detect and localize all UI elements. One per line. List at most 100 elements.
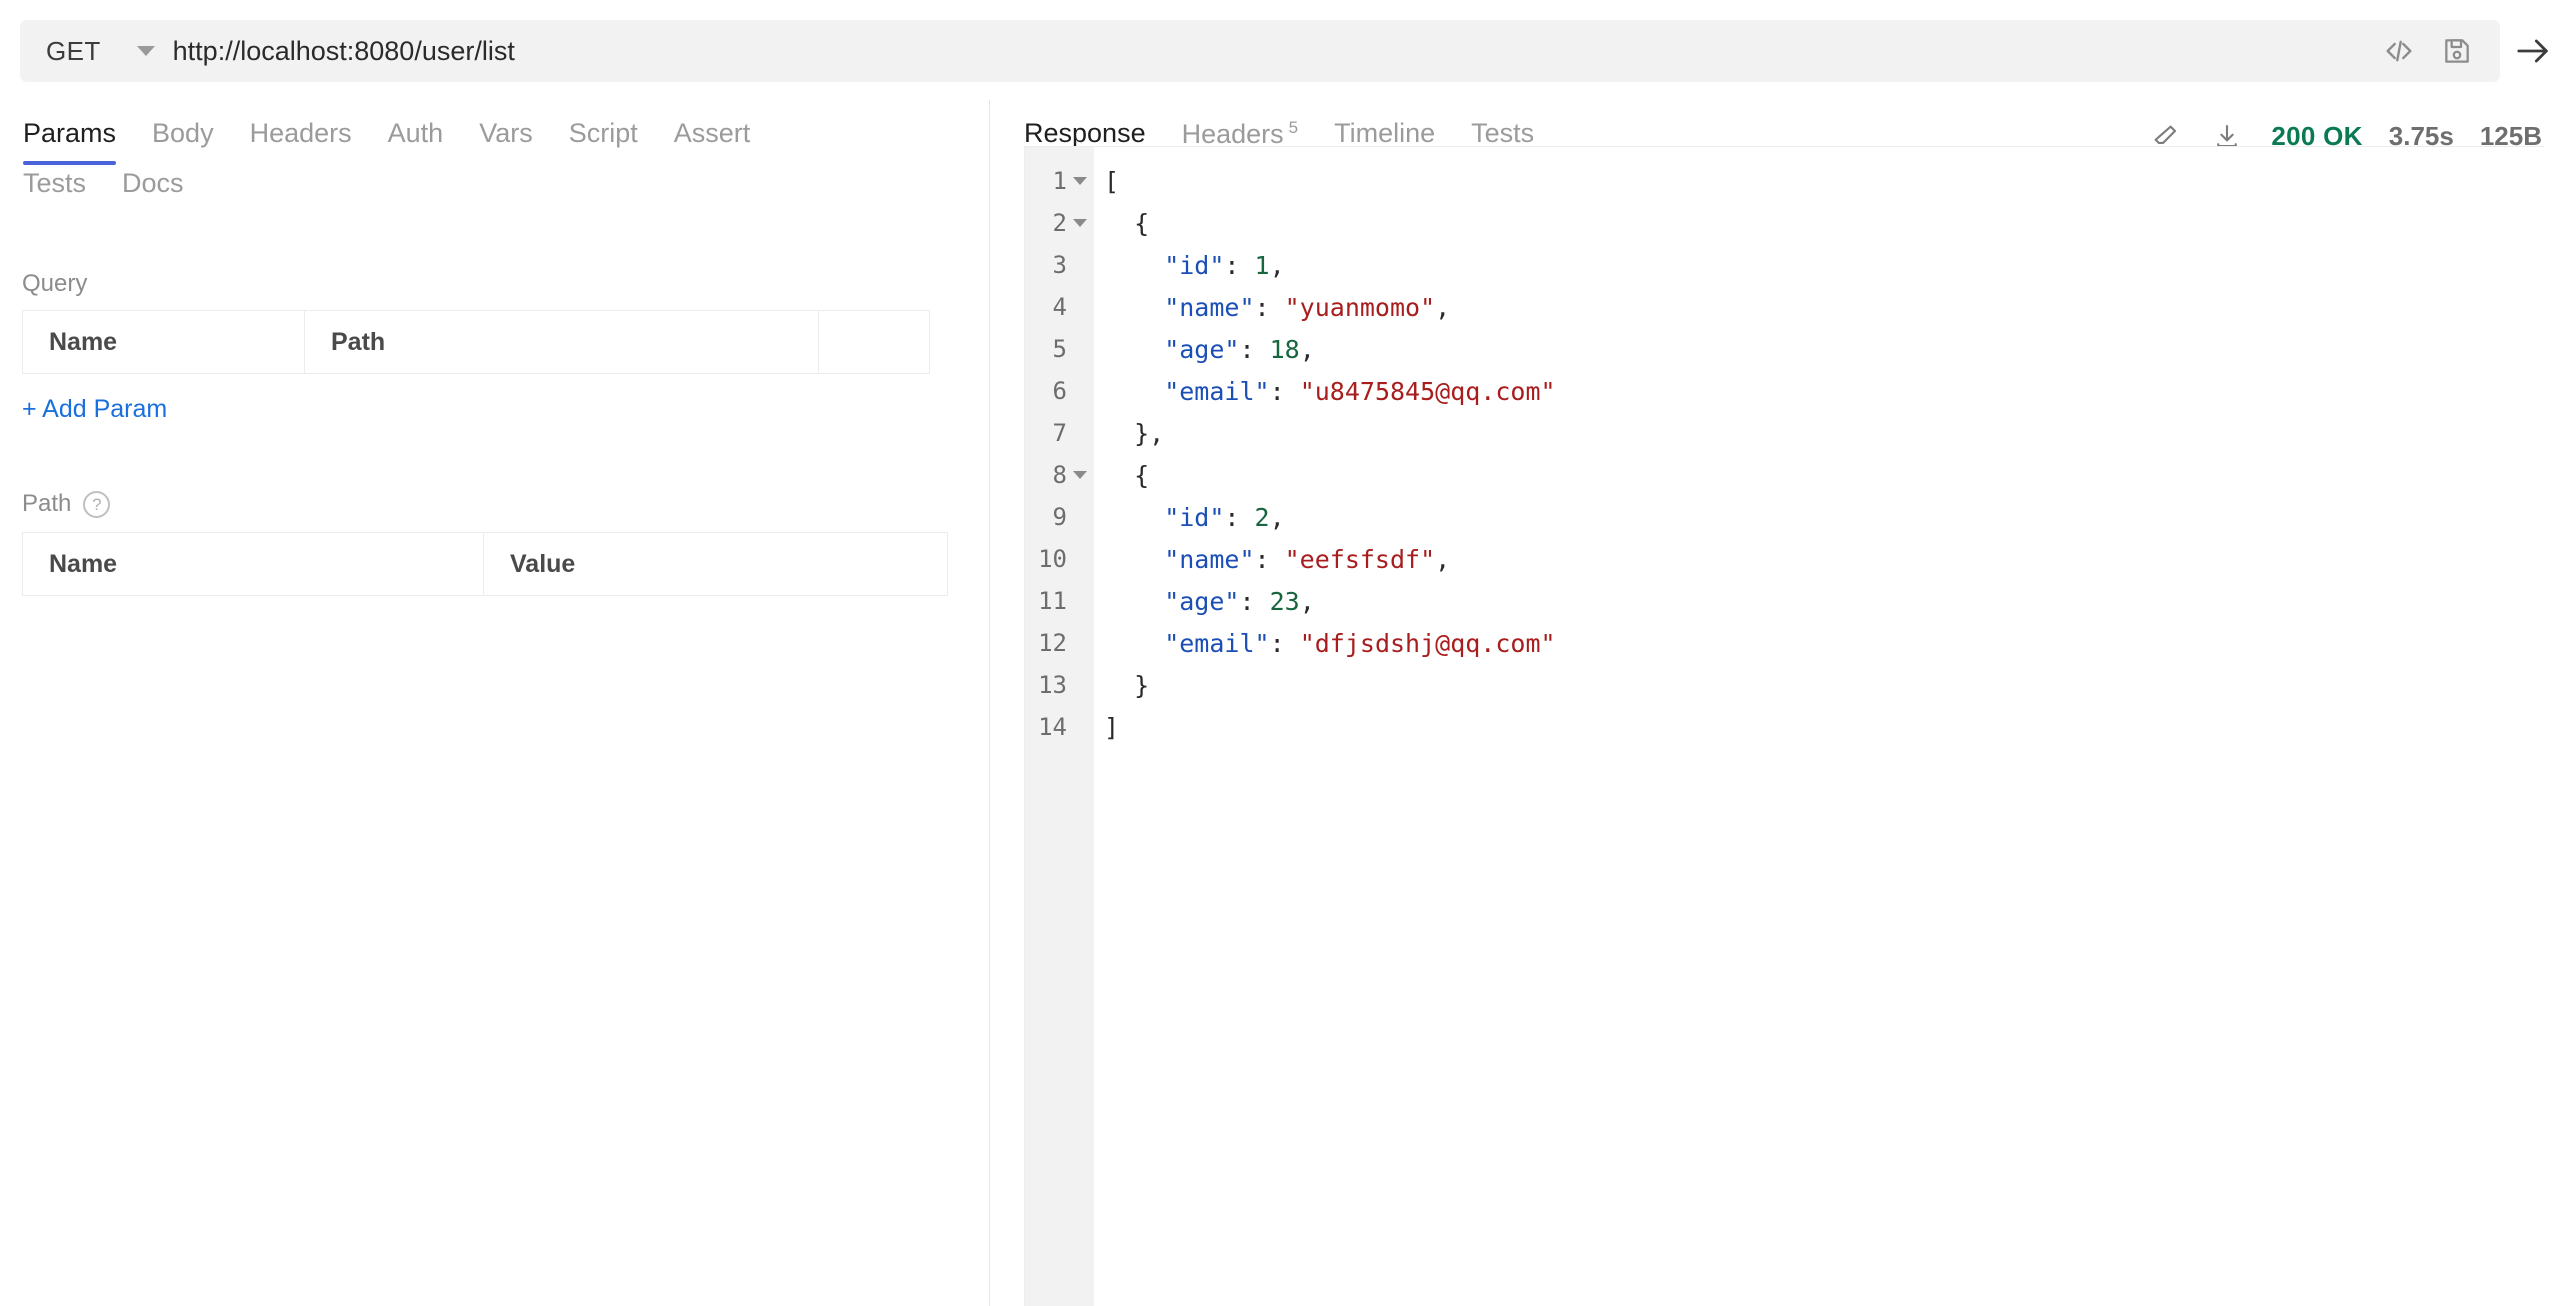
code-line: "id": 1,: [1104, 244, 2544, 286]
fold-triangle-icon[interactable]: [1073, 219, 1087, 227]
code-token-key: "age": [1104, 334, 1240, 364]
line-number-gutter: 1 2 3 4 5 6 7 8 9 10 11 12 13 14: [1025, 147, 1094, 1306]
add-param-link[interactable]: + Add Param: [22, 395, 167, 424]
request-editor-pane: Params Body Headers Auth Vars Script Ass…: [0, 100, 990, 1306]
path-params-table: Name Value: [22, 532, 948, 596]
path-column-value: Value: [510, 549, 576, 578]
fold-triangle-icon[interactable]: [1073, 471, 1087, 479]
line-number-text: 3: [1052, 251, 1067, 279]
path-section-label: Path ?: [22, 490, 111, 518]
tab-assert[interactable]: Assert: [674, 100, 751, 165]
code-line: {: [1104, 454, 2544, 496]
code-line: ]: [1104, 706, 2544, 748]
code-line: }: [1104, 664, 2544, 706]
line-number: 8: [1025, 454, 1094, 496]
code-token-pun: :: [1269, 376, 1300, 406]
request-url-bar: GET: [20, 20, 2500, 82]
line-number-text: 12: [1038, 629, 1067, 657]
code-token-pun: ]: [1104, 712, 1120, 742]
line-number: 14: [1025, 706, 1094, 748]
code-token-key: "age": [1104, 586, 1240, 616]
code-token-pun: [: [1104, 166, 1120, 196]
code-brackets-icon[interactable]: [2370, 22, 2428, 80]
line-number: 11: [1025, 580, 1094, 622]
http-method-label: GET: [46, 35, 101, 66]
tab-assert-label: Assert: [673, 118, 751, 148]
code-token-pun: },: [1104, 418, 1165, 448]
code-token-num: 18: [1269, 334, 1300, 364]
query-column-actions: [819, 311, 929, 373]
tab-tests[interactable]: Tests: [23, 152, 86, 215]
code-line: "age": 23,: [1104, 580, 2544, 622]
code-line: "id": 2,: [1104, 496, 2544, 538]
tab-docs-label: Docs: [122, 168, 184, 198]
path-column-name: Name: [23, 533, 484, 595]
question-circle-icon[interactable]: ?: [83, 490, 111, 518]
code-token-str: "u8475845@qq.com": [1299, 376, 1556, 406]
line-number: 3: [1025, 244, 1094, 286]
line-number: 13: [1025, 664, 1094, 706]
code-token-num: 1: [1254, 250, 1270, 280]
floppy-save-icon[interactable]: [2428, 22, 2486, 80]
tab-response-tests-label: Tests: [1471, 118, 1535, 148]
query-params-table: Name Path: [22, 310, 930, 374]
code-token-pun: ,: [1269, 502, 1285, 532]
query-column-path: Path: [305, 311, 819, 373]
code-line: [: [1104, 160, 2544, 202]
line-number-text: 7: [1052, 419, 1067, 447]
line-number-text: 14: [1038, 713, 1067, 741]
query-column-name: Name: [23, 311, 305, 373]
code-token-key: "email": [1104, 376, 1270, 406]
tab-body-label: Body: [152, 118, 214, 148]
code-token-num: 23: [1269, 586, 1300, 616]
send-request-button[interactable]: [2502, 20, 2564, 82]
tab-auth[interactable]: Auth: [388, 100, 444, 165]
tab-script-label: Script: [568, 118, 638, 148]
query-label-text: Query: [22, 270, 88, 297]
response-code-viewer[interactable]: 1 2 3 4 5 6 7 8 9 10 11 12 13 14 [ { "id": 1, "name":…: [1024, 146, 2544, 1306]
code-token-pun: }: [1104, 670, 1150, 700]
tab-vars[interactable]: Vars: [479, 100, 533, 165]
tab-auth-label: Auth: [387, 118, 444, 148]
url-bar-actions: [2370, 20, 2500, 82]
line-number: 1: [1025, 160, 1094, 202]
line-number-text: 2: [1052, 209, 1067, 237]
code-token-pun: :: [1224, 250, 1255, 280]
chevron-down-icon: [136, 46, 155, 56]
fold-triangle-icon[interactable]: [1073, 177, 1087, 185]
line-number: 9: [1025, 496, 1094, 538]
line-number-text: 9: [1052, 503, 1067, 531]
code-line: "email": "u8475845@qq.com": [1104, 370, 2544, 412]
tab-headers[interactable]: Headers: [250, 100, 352, 165]
url-input[interactable]: [172, 20, 2370, 82]
code-token-key: "name": [1104, 544, 1255, 574]
line-number: 10: [1025, 538, 1094, 580]
code-token-key: "id": [1104, 250, 1225, 280]
http-method-select[interactable]: GET: [20, 20, 173, 82]
code-token-pun: {: [1104, 460, 1150, 490]
code-token-str: "dfjsdshj@qq.com": [1299, 628, 1556, 658]
code-token-pun: :: [1269, 628, 1300, 658]
line-number: 6: [1025, 370, 1094, 412]
line-number-text: 8: [1052, 461, 1067, 489]
code-token-key: "email": [1104, 628, 1270, 658]
tab-script[interactable]: Script: [569, 100, 638, 165]
code-token-pun: ,: [1435, 544, 1451, 574]
line-number: 7: [1025, 412, 1094, 454]
code-line: "name": "eefsfsdf",: [1104, 538, 2544, 580]
request-tabs-row-2: Tests Docs: [23, 152, 220, 215]
tab-docs[interactable]: Docs: [122, 152, 184, 215]
code-token-num: 2: [1254, 502, 1270, 532]
code-token-pun: ,: [1299, 586, 1315, 616]
code-token-str: "yuanmomo": [1284, 292, 1436, 322]
response-body-code[interactable]: [ { "id": 1, "name": "yuanmomo", "age": …: [1094, 147, 2544, 1306]
line-number-text: 13: [1038, 671, 1067, 699]
line-number: 4: [1025, 286, 1094, 328]
